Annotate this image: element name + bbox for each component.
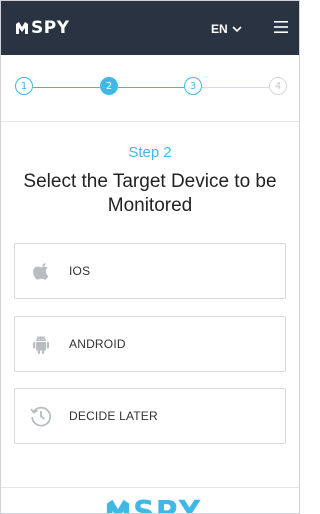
top-header: SPY EN <box>1 1 299 55</box>
footer-logo-m-icon <box>106 499 130 513</box>
step-3: 3 <box>184 77 202 95</box>
footer-logo-text: SPY <box>133 495 202 514</box>
option-android-label: ANDROID <box>69 337 126 351</box>
stepper-line-3 <box>202 87 269 88</box>
android-icon <box>29 332 53 356</box>
option-decide-later[interactable]: DECIDE LATER <box>14 388 286 444</box>
logo-m-icon <box>16 22 28 34</box>
step-2-current: 2 <box>100 77 118 95</box>
footer: SPY <box>1 487 299 514</box>
language-selector[interactable]: EN <box>211 19 242 39</box>
step-4: 4 <box>269 77 287 95</box>
step-3-number: 3 <box>189 80 197 92</box>
step-1: 1 <box>15 77 33 95</box>
app-frame: SPY EN 1 2 3 4 Step 2 Select the Target … <box>0 0 300 514</box>
clock-icon <box>29 404 53 428</box>
option-decide-later-label: DECIDE LATER <box>69 409 158 423</box>
page-title: Select the Target Device to be Monitored <box>23 171 277 216</box>
mspy-logo[interactable]: SPY <box>15 18 70 38</box>
hamburger-menu-icon[interactable] <box>273 19 289 35</box>
stepper-line-1 <box>33 87 100 88</box>
option-ios-label: IOS <box>69 264 91 278</box>
footer-logo: SPY <box>105 495 202 514</box>
option-android[interactable]: ANDROID <box>14 316 286 372</box>
language-label: EN <box>211 22 228 36</box>
step-2-number: 2 <box>105 80 113 92</box>
stepper-line-2 <box>118 87 184 88</box>
step-label: Step 2 <box>128 144 172 161</box>
main-content: Step 2 Select the Target Device to be Mo… <box>1 122 299 487</box>
logo-text: SPY <box>31 18 70 38</box>
step-4-number: 4 <box>274 80 282 92</box>
progress-stepper: 1 2 3 4 <box>1 55 299 122</box>
step-1-number: 1 <box>20 80 28 92</box>
option-ios[interactable]: IOS <box>14 243 286 299</box>
apple-icon <box>29 259 53 283</box>
chevron-down-icon <box>232 25 242 32</box>
